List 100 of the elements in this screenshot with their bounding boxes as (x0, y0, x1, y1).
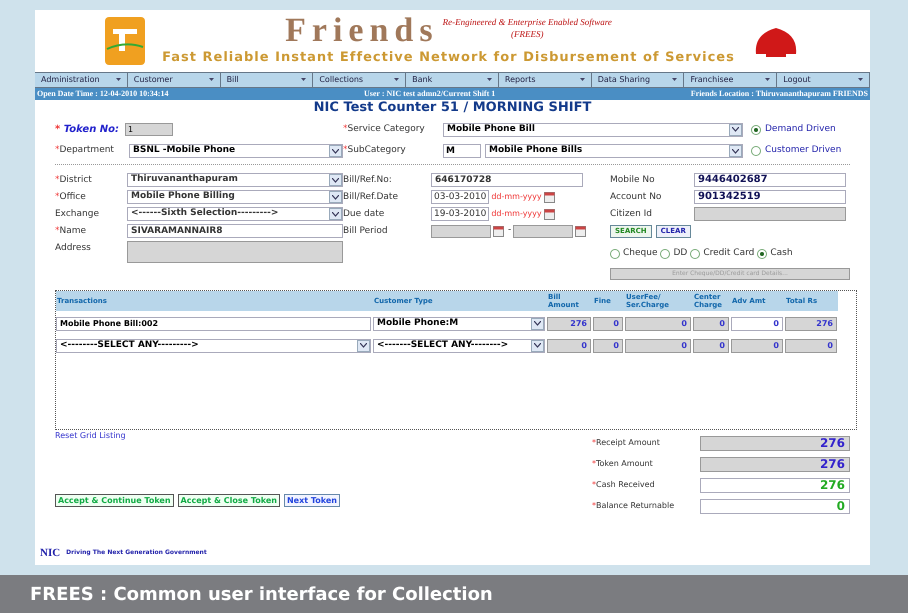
required-mark: * (592, 438, 596, 447)
app-acronym: (FREES) (510, 30, 544, 39)
select-field[interactable]: <------Sixth Selection---------> (127, 207, 343, 221)
field-label: Due date (343, 208, 386, 221)
radio-button[interactable] (690, 248, 700, 259)
radio-label: Demand Driven (765, 122, 836, 136)
field-label: Bill/Ref.Date (343, 191, 399, 204)
date-field[interactable] (431, 224, 491, 238)
required-mark: * (343, 124, 348, 134)
menu-item[interactable]: Customer (128, 73, 221, 87)
amount-field[interactable]: 0 (593, 316, 623, 330)
app-title: Friends (285, 14, 439, 48)
location-text: Friends Location : Thiruvananthapuram FRIENDS (690, 88, 868, 100)
input-field[interactable]: 9446402687 (694, 173, 846, 187)
radio-button[interactable] (751, 124, 761, 134)
calendar-icon[interactable] (575, 226, 586, 236)
dropdown-arrow-icon (858, 78, 864, 82)
menu-item[interactable]: Bank (406, 73, 499, 87)
menu-item[interactable]: Data Sharing (592, 73, 684, 87)
amount-field[interactable]: 276 (785, 316, 837, 330)
radio-label: DD (673, 247, 688, 260)
date-format-hint: dd-mm-yyyy (491, 208, 542, 220)
required-mark: * (55, 226, 60, 236)
calendar-icon[interactable] (493, 226, 504, 236)
subcategory-select[interactable]: Mobile Phone Bills (485, 144, 743, 158)
field-label: Account No (610, 191, 662, 204)
radio-button[interactable] (757, 248, 768, 259)
amount-field[interactable]: 0 (593, 338, 623, 352)
field-label: Address (55, 242, 92, 255)
address-field[interactable] (127, 241, 343, 263)
page-heading: NIC Test Counter 51 / MORNING SHIFT (312, 100, 592, 116)
date-field[interactable]: 03-03-2010 (431, 190, 490, 204)
radio-button[interactable] (660, 248, 670, 259)
dropdown-arrow-icon (486, 78, 492, 82)
field-label: Mobile No (610, 174, 656, 187)
it-mission-logo-icon (105, 17, 145, 65)
input-field[interactable]: SIVARAMANNAIR8 (127, 224, 343, 238)
amount-field[interactable]: 0 (547, 338, 591, 352)
range-separator: - (508, 224, 512, 238)
field-label: Citizen Id (610, 208, 654, 221)
menu-item[interactable]: Bill (220, 73, 314, 87)
department-select[interactable]: BSNL -Mobile Phone (129, 144, 343, 158)
field-label: *Office (55, 191, 87, 204)
transaction-select[interactable]: <--------SELECT ANY---------> (56, 338, 371, 352)
amount-field[interactable]: 0 (785, 338, 837, 352)
field-label: Bill/Ref.No: (343, 174, 393, 187)
input-field[interactable]: 646170728 (431, 173, 583, 187)
field-label: *Cash Received (592, 479, 656, 491)
amount-field[interactable]: 0 (625, 316, 691, 330)
radio-button[interactable] (751, 146, 761, 156)
service-category-select[interactable]: Mobile Phone Bill (443, 122, 743, 136)
radio-button[interactable] (610, 248, 620, 259)
field-label: *Name (55, 225, 88, 238)
calendar-icon[interactable] (544, 208, 555, 220)
select-field[interactable]: Mobile Phone Billing (127, 190, 343, 204)
amount-field[interactable]: 276 (700, 456, 850, 472)
caption-bar: FREES : Common user interface for Collection (0, 575, 908, 613)
field-label: * Token No: (55, 123, 120, 137)
date-field[interactable] (513, 224, 574, 238)
menu-item[interactable]: Collections (313, 73, 406, 87)
amount-field[interactable]: 0 (625, 338, 691, 352)
dropdown-arrow-icon (765, 78, 770, 82)
amount-field[interactable]: 0 (731, 316, 783, 330)
required-mark: * (592, 501, 596, 510)
dropdown-arrow-icon (116, 78, 121, 82)
required-mark: * (592, 459, 596, 468)
amount-field[interactable]: 276 (547, 316, 591, 330)
amount-field[interactable]: 0 (693, 316, 729, 330)
transaction-field[interactable]: Mobile Phone Bill:002 (56, 316, 371, 330)
menu-item[interactable]: Logout (777, 73, 870, 87)
field-label: Exchange (55, 208, 100, 221)
customer-type-select[interactable]: <-------SELECT ANY--------> (373, 338, 545, 352)
user-text: User : NIC test admn2/Current Shift 1 (364, 88, 496, 100)
menu-item[interactable]: Administration (35, 73, 128, 87)
field-label: *District (55, 174, 93, 187)
menu-item[interactable]: Reports (498, 73, 592, 87)
menu-item[interactable]: Franchisee (684, 73, 778, 87)
amount-field[interactable]: 0 (731, 338, 783, 352)
input-field[interactable]: 901342519 (694, 190, 846, 204)
required-mark: * (55, 124, 60, 135)
field-label: *SubCategory (343, 144, 407, 158)
radio-label: Cash (770, 247, 793, 260)
amount-field[interactable]: 0 (693, 338, 729, 352)
token-field[interactable]: 1 (125, 123, 173, 136)
reset-grid-link[interactable]: Reset Grid Listing (55, 430, 592, 442)
customer-type-select[interactable]: Mobile Phone:M (373, 316, 545, 330)
required-mark: * (343, 145, 348, 156)
field-label: *Service Category (343, 122, 426, 136)
date-field[interactable]: 19-03-2010 (431, 207, 490, 221)
radio-label: Cheque (623, 247, 658, 260)
dropdown-arrow-icon (208, 78, 214, 82)
action-button[interactable]: Next Token (284, 494, 340, 506)
dropdown-arrow-icon (672, 78, 678, 82)
field-label: *Receipt Amount (592, 437, 661, 449)
subcategory-code-field[interactable]: M (443, 144, 481, 158)
field-label: Bill Period (343, 225, 389, 238)
amount-field[interactable]: 276 (700, 436, 850, 450)
app-tagline: Fast Reliable Instant Effective Network for Disbursement of Services (162, 49, 735, 68)
select-field[interactable]: Thiruvananthapuram (127, 173, 343, 187)
calendar-icon[interactable] (544, 192, 555, 202)
